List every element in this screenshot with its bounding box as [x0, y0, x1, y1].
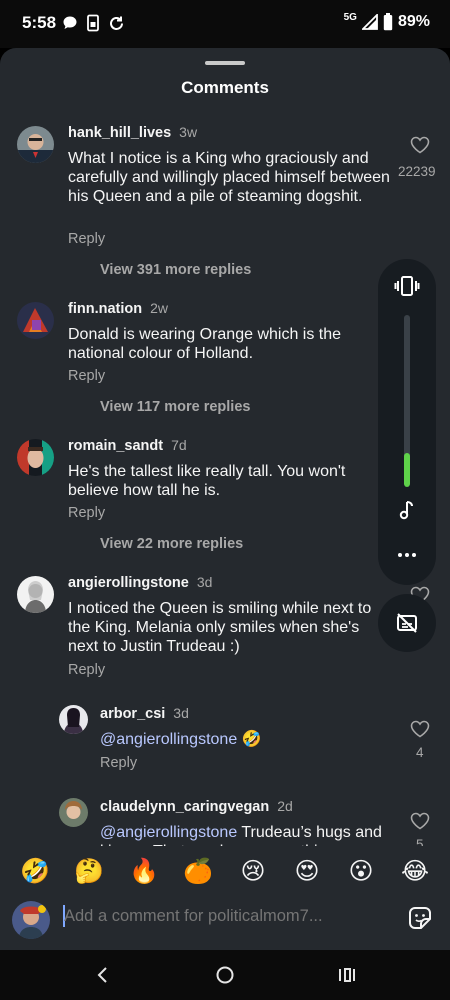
volume-panel: [378, 259, 436, 585]
back-button[interactable]: [93, 965, 113, 985]
like-count: 5: [416, 837, 424, 846]
recents-icon: [339, 968, 355, 982]
emoji-button[interactable]: 🔥: [127, 855, 161, 889]
home-icon: [216, 966, 234, 984]
battery-percent: 89%: [397, 13, 430, 30]
emoji-button[interactable]: 😢: [236, 855, 270, 889]
live-caption-button[interactable]: [378, 594, 436, 652]
emoji-button[interactable]: 🤣: [18, 855, 52, 889]
navigation-bar: [0, 950, 450, 1000]
battery-icon: [383, 13, 393, 31]
heart-icon: [410, 812, 430, 830]
network-type: 5G: [343, 11, 357, 23]
my-avatar: [12, 901, 50, 939]
status-notification-icons: [62, 14, 125, 32]
like-button[interactable]: [400, 812, 440, 835]
captions-off-icon: [397, 613, 417, 633]
vibrate-mode-button[interactable]: [394, 273, 420, 299]
volume-slider[interactable]: [404, 315, 410, 487]
emoji-button[interactable]: 😮: [344, 855, 378, 889]
reply-time: 2d: [277, 798, 293, 814]
volume-level: [404, 452, 410, 487]
emoji-button[interactable]: 😂: [398, 855, 432, 889]
sim-card-icon: [87, 14, 99, 32]
vibrate-icon: [394, 276, 420, 296]
reply-username[interactable]: claudelynn_caringvegan 2d: [100, 798, 293, 815]
status-bar: 5:58 5G 89%: [0, 0, 450, 48]
sticker-button[interactable]: [407, 905, 435, 933]
signal-icon: [361, 14, 378, 30]
back-icon: [97, 967, 107, 983]
chat-bubble-icon: [63, 16, 77, 29]
volume-more-button[interactable]: [395, 547, 419, 563]
mention-link[interactable]: @angierollingstone: [100, 824, 237, 841]
recents-button[interactable]: [337, 965, 357, 985]
comment-input[interactable]: [64, 907, 384, 926]
emoji-bar: 🤣 🤔 🔥 🍊 😢 😍 😮 😂: [0, 855, 450, 891]
sticker-icon: [409, 907, 431, 929]
comment-composer: [0, 891, 450, 950]
media-volume-button[interactable]: [396, 499, 418, 521]
more-icon: [398, 553, 416, 557]
emoji-button[interactable]: 😍: [290, 855, 324, 889]
status-time: 5:58: [22, 13, 57, 32]
reply-text: @angierollingstone Trudeau’s hugs and ki…: [100, 824, 382, 846]
status-system-icons: 5G 89%: [343, 11, 430, 31]
avatar[interactable]: [59, 798, 88, 827]
emoji-button[interactable]: 🤔: [72, 855, 106, 889]
sync-icon: [110, 16, 123, 30]
emoji-button[interactable]: 🍊: [181, 855, 215, 889]
music-note-icon: [399, 501, 413, 520]
home-button[interactable]: [215, 965, 235, 985]
